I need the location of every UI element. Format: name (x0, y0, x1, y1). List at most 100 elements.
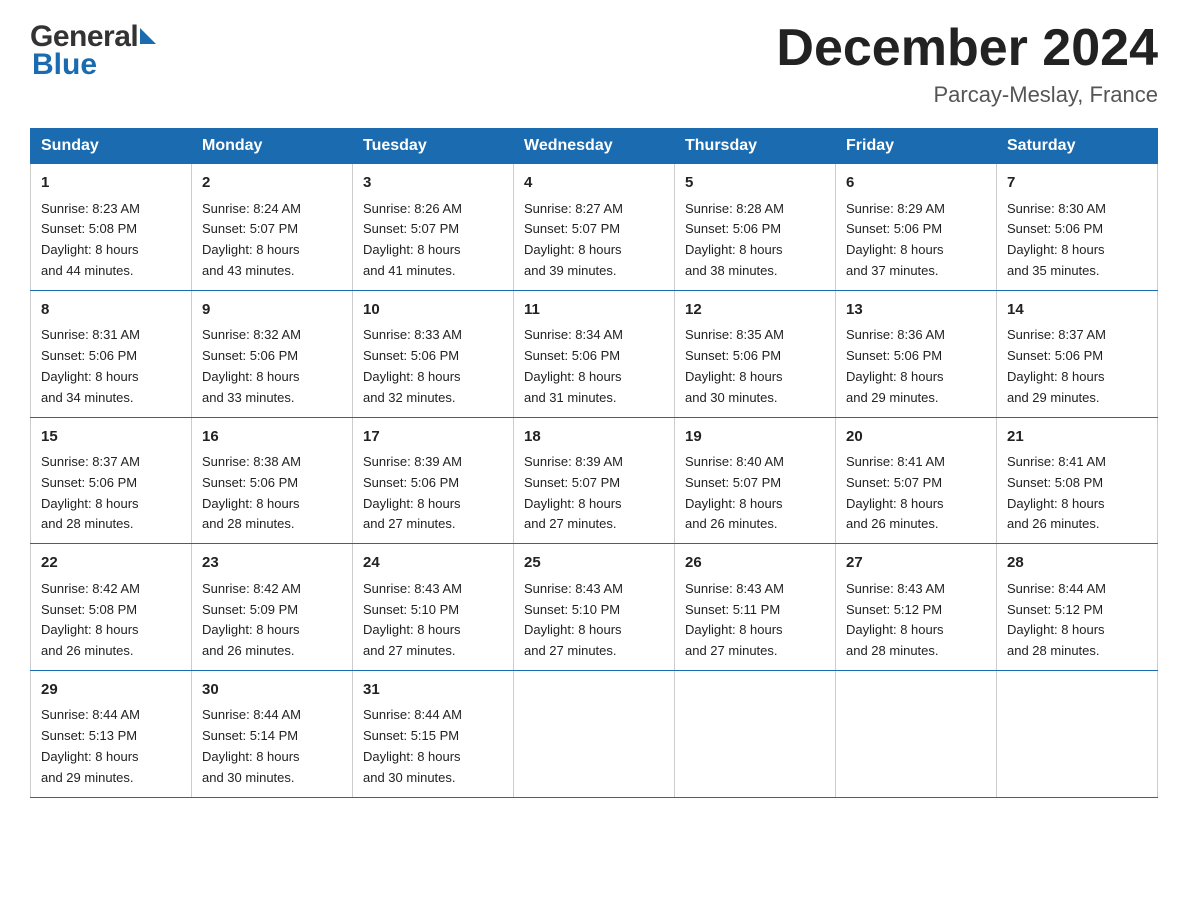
table-row: 2 Sunrise: 8:24 AMSunset: 5:07 PMDayligh… (192, 164, 353, 291)
table-row: 16 Sunrise: 8:38 AMSunset: 5:06 PMDaylig… (192, 417, 353, 544)
location-text: Parcay-Meslay, France (776, 82, 1158, 108)
logo-arrow-icon (140, 28, 156, 44)
table-row (836, 670, 997, 797)
day-info: Sunrise: 8:37 AMSunset: 5:06 PMDaylight:… (1007, 327, 1106, 404)
table-row: 5 Sunrise: 8:28 AMSunset: 5:06 PMDayligh… (675, 164, 836, 291)
day-number: 5 (685, 172, 825, 195)
title-section: December 2024 Parcay-Meslay, France (776, 20, 1158, 108)
day-number: 12 (685, 299, 825, 322)
table-row: 28 Sunrise: 8:44 AMSunset: 5:12 PMDaylig… (997, 544, 1158, 671)
table-row: 6 Sunrise: 8:29 AMSunset: 5:06 PMDayligh… (836, 164, 997, 291)
day-info: Sunrise: 8:30 AMSunset: 5:06 PMDaylight:… (1007, 201, 1106, 278)
calendar-week-row: 22 Sunrise: 8:42 AMSunset: 5:08 PMDaylig… (31, 544, 1158, 671)
table-row: 17 Sunrise: 8:39 AMSunset: 5:06 PMDaylig… (353, 417, 514, 544)
day-info: Sunrise: 8:44 AMSunset: 5:13 PMDaylight:… (41, 707, 140, 784)
logo: General Blue (30, 20, 156, 82)
day-info: Sunrise: 8:33 AMSunset: 5:06 PMDaylight:… (363, 327, 462, 404)
table-row: 23 Sunrise: 8:42 AMSunset: 5:09 PMDaylig… (192, 544, 353, 671)
table-row: 24 Sunrise: 8:43 AMSunset: 5:10 PMDaylig… (353, 544, 514, 671)
table-row: 7 Sunrise: 8:30 AMSunset: 5:06 PMDayligh… (997, 164, 1158, 291)
day-number: 8 (41, 299, 181, 322)
table-row: 29 Sunrise: 8:44 AMSunset: 5:13 PMDaylig… (31, 670, 192, 797)
day-number: 2 (202, 172, 342, 195)
column-header-tuesday: Tuesday (353, 129, 514, 164)
day-info: Sunrise: 8:35 AMSunset: 5:06 PMDaylight:… (685, 327, 784, 404)
day-number: 29 (41, 679, 181, 702)
day-info: Sunrise: 8:26 AMSunset: 5:07 PMDaylight:… (363, 201, 462, 278)
table-row: 10 Sunrise: 8:33 AMSunset: 5:06 PMDaylig… (353, 290, 514, 417)
day-number: 30 (202, 679, 342, 702)
day-info: Sunrise: 8:27 AMSunset: 5:07 PMDaylight:… (524, 201, 623, 278)
column-header-sunday: Sunday (31, 129, 192, 164)
day-number: 18 (524, 426, 664, 449)
day-info: Sunrise: 8:43 AMSunset: 5:11 PMDaylight:… (685, 581, 784, 658)
day-number: 3 (363, 172, 503, 195)
column-header-monday: Monday (192, 129, 353, 164)
table-row: 11 Sunrise: 8:34 AMSunset: 5:06 PMDaylig… (514, 290, 675, 417)
calendar-week-row: 8 Sunrise: 8:31 AMSunset: 5:06 PMDayligh… (31, 290, 1158, 417)
calendar-week-row: 1 Sunrise: 8:23 AMSunset: 5:08 PMDayligh… (31, 164, 1158, 291)
day-number: 11 (524, 299, 664, 322)
day-info: Sunrise: 8:36 AMSunset: 5:06 PMDaylight:… (846, 327, 945, 404)
table-row (514, 670, 675, 797)
table-row: 31 Sunrise: 8:44 AMSunset: 5:15 PMDaylig… (353, 670, 514, 797)
table-row: 22 Sunrise: 8:42 AMSunset: 5:08 PMDaylig… (31, 544, 192, 671)
day-number: 1 (41, 172, 181, 195)
day-number: 26 (685, 552, 825, 575)
day-number: 19 (685, 426, 825, 449)
table-row: 20 Sunrise: 8:41 AMSunset: 5:07 PMDaylig… (836, 417, 997, 544)
table-row: 21 Sunrise: 8:41 AMSunset: 5:08 PMDaylig… (997, 417, 1158, 544)
table-row: 3 Sunrise: 8:26 AMSunset: 5:07 PMDayligh… (353, 164, 514, 291)
month-title: December 2024 (776, 20, 1158, 77)
day-number: 28 (1007, 552, 1147, 575)
day-info: Sunrise: 8:24 AMSunset: 5:07 PMDaylight:… (202, 201, 301, 278)
day-info: Sunrise: 8:31 AMSunset: 5:06 PMDaylight:… (41, 327, 140, 404)
day-info: Sunrise: 8:43 AMSunset: 5:12 PMDaylight:… (846, 581, 945, 658)
table-row: 26 Sunrise: 8:43 AMSunset: 5:11 PMDaylig… (675, 544, 836, 671)
calendar-week-row: 15 Sunrise: 8:37 AMSunset: 5:06 PMDaylig… (31, 417, 1158, 544)
table-row: 19 Sunrise: 8:40 AMSunset: 5:07 PMDaylig… (675, 417, 836, 544)
day-number: 21 (1007, 426, 1147, 449)
table-row: 14 Sunrise: 8:37 AMSunset: 5:06 PMDaylig… (997, 290, 1158, 417)
day-number: 9 (202, 299, 342, 322)
day-info: Sunrise: 8:42 AMSunset: 5:08 PMDaylight:… (41, 581, 140, 658)
day-info: Sunrise: 8:23 AMSunset: 5:08 PMDaylight:… (41, 201, 140, 278)
table-row: 4 Sunrise: 8:27 AMSunset: 5:07 PMDayligh… (514, 164, 675, 291)
day-info: Sunrise: 8:43 AMSunset: 5:10 PMDaylight:… (524, 581, 623, 658)
day-number: 23 (202, 552, 342, 575)
day-info: Sunrise: 8:42 AMSunset: 5:09 PMDaylight:… (202, 581, 301, 658)
table-row: 12 Sunrise: 8:35 AMSunset: 5:06 PMDaylig… (675, 290, 836, 417)
table-row: 27 Sunrise: 8:43 AMSunset: 5:12 PMDaylig… (836, 544, 997, 671)
day-number: 16 (202, 426, 342, 449)
day-info: Sunrise: 8:44 AMSunset: 5:12 PMDaylight:… (1007, 581, 1106, 658)
day-number: 25 (524, 552, 664, 575)
day-number: 15 (41, 426, 181, 449)
day-number: 13 (846, 299, 986, 322)
day-number: 6 (846, 172, 986, 195)
column-header-wednesday: Wednesday (514, 129, 675, 164)
table-row: 13 Sunrise: 8:36 AMSunset: 5:06 PMDaylig… (836, 290, 997, 417)
calendar-week-row: 29 Sunrise: 8:44 AMSunset: 5:13 PMDaylig… (31, 670, 1158, 797)
day-number: 14 (1007, 299, 1147, 322)
day-info: Sunrise: 8:28 AMSunset: 5:06 PMDaylight:… (685, 201, 784, 278)
table-row: 8 Sunrise: 8:31 AMSunset: 5:06 PMDayligh… (31, 290, 192, 417)
day-number: 4 (524, 172, 664, 195)
table-row: 1 Sunrise: 8:23 AMSunset: 5:08 PMDayligh… (31, 164, 192, 291)
column-header-saturday: Saturday (997, 129, 1158, 164)
day-number: 20 (846, 426, 986, 449)
table-row: 9 Sunrise: 8:32 AMSunset: 5:06 PMDayligh… (192, 290, 353, 417)
day-info: Sunrise: 8:44 AMSunset: 5:14 PMDaylight:… (202, 707, 301, 784)
calendar-table: SundayMondayTuesdayWednesdayThursdayFrid… (30, 128, 1158, 797)
calendar-header-row: SundayMondayTuesdayWednesdayThursdayFrid… (31, 129, 1158, 164)
day-number: 7 (1007, 172, 1147, 195)
table-row: 30 Sunrise: 8:44 AMSunset: 5:14 PMDaylig… (192, 670, 353, 797)
day-info: Sunrise: 8:39 AMSunset: 5:07 PMDaylight:… (524, 454, 623, 531)
day-info: Sunrise: 8:29 AMSunset: 5:06 PMDaylight:… (846, 201, 945, 278)
day-number: 27 (846, 552, 986, 575)
day-info: Sunrise: 8:34 AMSunset: 5:06 PMDaylight:… (524, 327, 623, 404)
day-number: 17 (363, 426, 503, 449)
table-row (997, 670, 1158, 797)
page-header: General Blue December 2024 Parcay-Meslay… (30, 20, 1158, 108)
table-row: 18 Sunrise: 8:39 AMSunset: 5:07 PMDaylig… (514, 417, 675, 544)
column-header-thursday: Thursday (675, 129, 836, 164)
